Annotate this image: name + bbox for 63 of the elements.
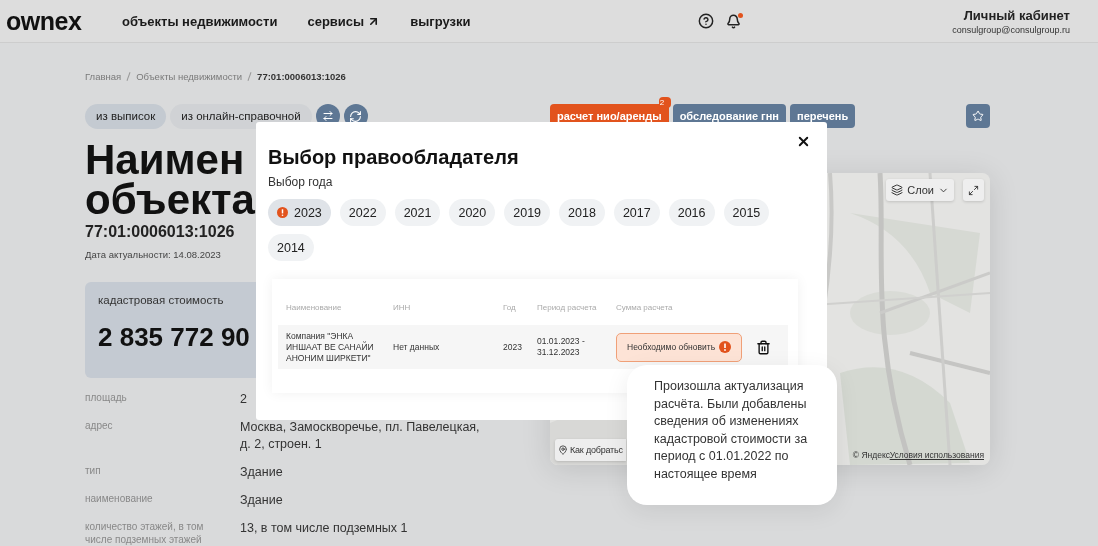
expand-icon [968,184,979,196]
year-chip[interactable]: 2021 [394,199,441,226]
cost-value: 2 835 772 90 [98,322,250,353]
modal-subtitle: Выбор года [268,175,334,189]
property-value: Здание [240,492,284,509]
property-label: наименование [85,492,154,506]
property-value: 2 [240,391,248,408]
close-icon [796,134,811,149]
property-value: Москва, Замоскворечье, пл. Павелецкая, д. 2, строен. 1 [240,419,480,453]
column-header: Наименование [286,303,343,312]
nav-link[interactable]: объекты недвижимости [122,13,278,29]
year-chip[interactable]: 2014 [268,234,314,261]
property-value: 13, в том числе подземных 1 [240,520,409,537]
year-chip[interactable]: 2020 [449,199,496,226]
trash-icon [756,339,771,355]
source-tab[interactable]: из выписок [85,103,167,129]
property-value: Здание [240,464,284,481]
property-label: тип [85,464,102,478]
pin-icon [558,445,568,455]
terms-link[interactable]: Условия использования [889,450,984,460]
account-email: consulgroup@consulgroup.ru [952,24,1070,35]
map-attribution: © Яндекс [852,450,890,460]
favorite-button[interactable] [966,104,990,128]
year-chip[interactable]: 2018 [559,199,605,226]
cost-label: кадастровая стоимость [98,294,225,306]
nav-link[interactable]: выгрузки [410,13,471,29]
route-button[interactable]: Как добратьс [555,439,626,461]
count-badge: 2 [658,97,671,108]
column-header: Год [503,303,517,312]
column-header: Период расчета [537,303,598,312]
logo[interactable]: ownex [6,6,98,36]
table-cell-text: 2023 [503,341,523,353]
object-title: Наимен [85,140,245,180]
tooltip: Произошла актуализация расчёта. Были добавлены сведения об изменениях кадастровой стоимости за период с 01.01.2022 по настоящее время [627,365,837,505]
breadcrumb-current: 77:01:0006013:1026 [257,71,346,82]
object-title: объекта [85,180,255,220]
layers-icon [891,184,904,196]
close-button[interactable] [796,134,811,149]
date-text: Дата актуальности: 14.08.2023 [85,249,222,260]
account-title[interactable]: Личный кабинет [952,7,1070,23]
fullscreen-button[interactable] [963,179,984,201]
nav-link[interactable]: сервисы [307,13,381,29]
source-tab[interactable]: из онлайн-справочной [170,103,312,129]
year-chip[interactable]: 2019 [504,199,551,226]
layers-button[interactable]: Слои [886,179,954,201]
star-icon [972,110,984,122]
help-icon[interactable] [698,13,715,29]
year-chip[interactable]: 2022 [339,199,386,226]
column-header: ИНН [393,303,412,312]
property-label: площадь [85,391,128,405]
column-header: Сумма расчета [616,303,674,312]
table-cell-text: Нет данных [393,341,441,353]
year-chip[interactable]: 2023 [268,199,331,226]
year-chip[interactable]: 2015 [723,199,770,226]
update-button[interactable]: Необходимо обновить [616,332,742,362]
property-label: адрес [85,419,114,433]
year-chip[interactable]: 2017 [613,199,660,226]
property-label: количество этажей, в том числе подземных этажей [85,520,205,546]
table-cell-text: 01.01.2023 - 31.12.2023 [537,336,586,358]
modal-title: Выбор правообладателя [268,146,520,169]
year-chip[interactable]: 2016 [668,199,715,226]
cadastral-number: 77:01:0006013:1026 [85,223,236,241]
table-cell-text: Компания "ЭНКА ИНШААТ ВЕ САНАЙИ АНОНИМ ШИРКЕТИ" [286,330,375,364]
